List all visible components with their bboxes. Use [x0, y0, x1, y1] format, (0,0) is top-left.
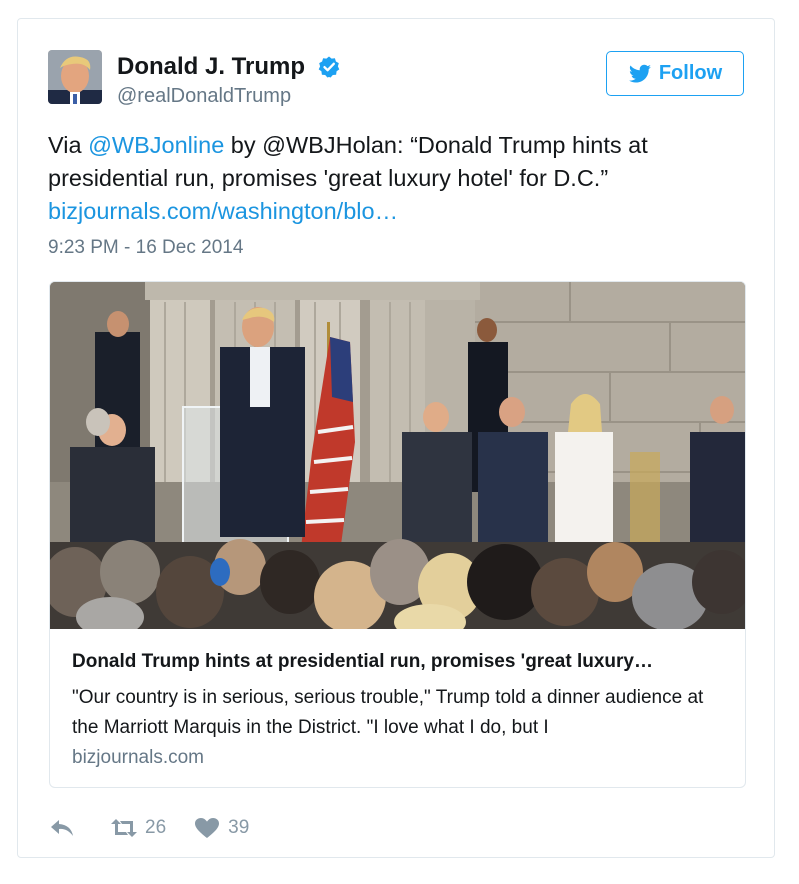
avatar[interactable]: [48, 50, 102, 104]
verified-badge-icon: [318, 56, 340, 78]
reply-icon: [51, 820, 73, 836]
retweet-button[interactable]: 26: [111, 817, 166, 839]
tweet-text: Via @WBJonline by @WBJHolan: “Donald Tru…: [48, 129, 748, 228]
retweet-count: 26: [145, 817, 167, 838]
author-handle[interactable]: @realDonaldTrump: [117, 85, 291, 108]
like-button[interactable]: 39: [194, 817, 249, 839]
follow-label: Follow: [658, 62, 723, 84]
preview-description: "Our country is in serious, serious trou…: [72, 687, 704, 738]
tweet-prefix: Via: [48, 132, 89, 158]
preview-domain: bizjournals.com: [72, 747, 204, 768]
mention-link[interactable]: @WBJonline: [88, 132, 224, 158]
follow-button[interactable]: Follow: [606, 51, 744, 96]
reply-button[interactable]: [49, 817, 83, 839]
tweet-actions: 26 39: [49, 813, 277, 843]
preview-title[interactable]: Donald Trump hints at presidential run, …: [72, 651, 732, 673]
link-preview-card[interactable]: Donald Trump hints at presidential run, …: [49, 281, 746, 788]
like-count: 39: [228, 817, 250, 838]
twitter-bird-icon: [628, 64, 651, 82]
url-link[interactable]: bizjournals.com/washington/blo…: [48, 198, 398, 224]
timestamp[interactable]: 9:23 PM - 16 Dec 2014: [48, 237, 243, 259]
preview-image[interactable]: [50, 282, 745, 629]
tweet-card: Donald J. Trump @realDonaldTrump Follow …: [17, 18, 775, 858]
heart-icon: [195, 818, 220, 838]
author-name[interactable]: Donald J. Trump: [117, 53, 305, 81]
retweet-icon: [111, 819, 137, 837]
